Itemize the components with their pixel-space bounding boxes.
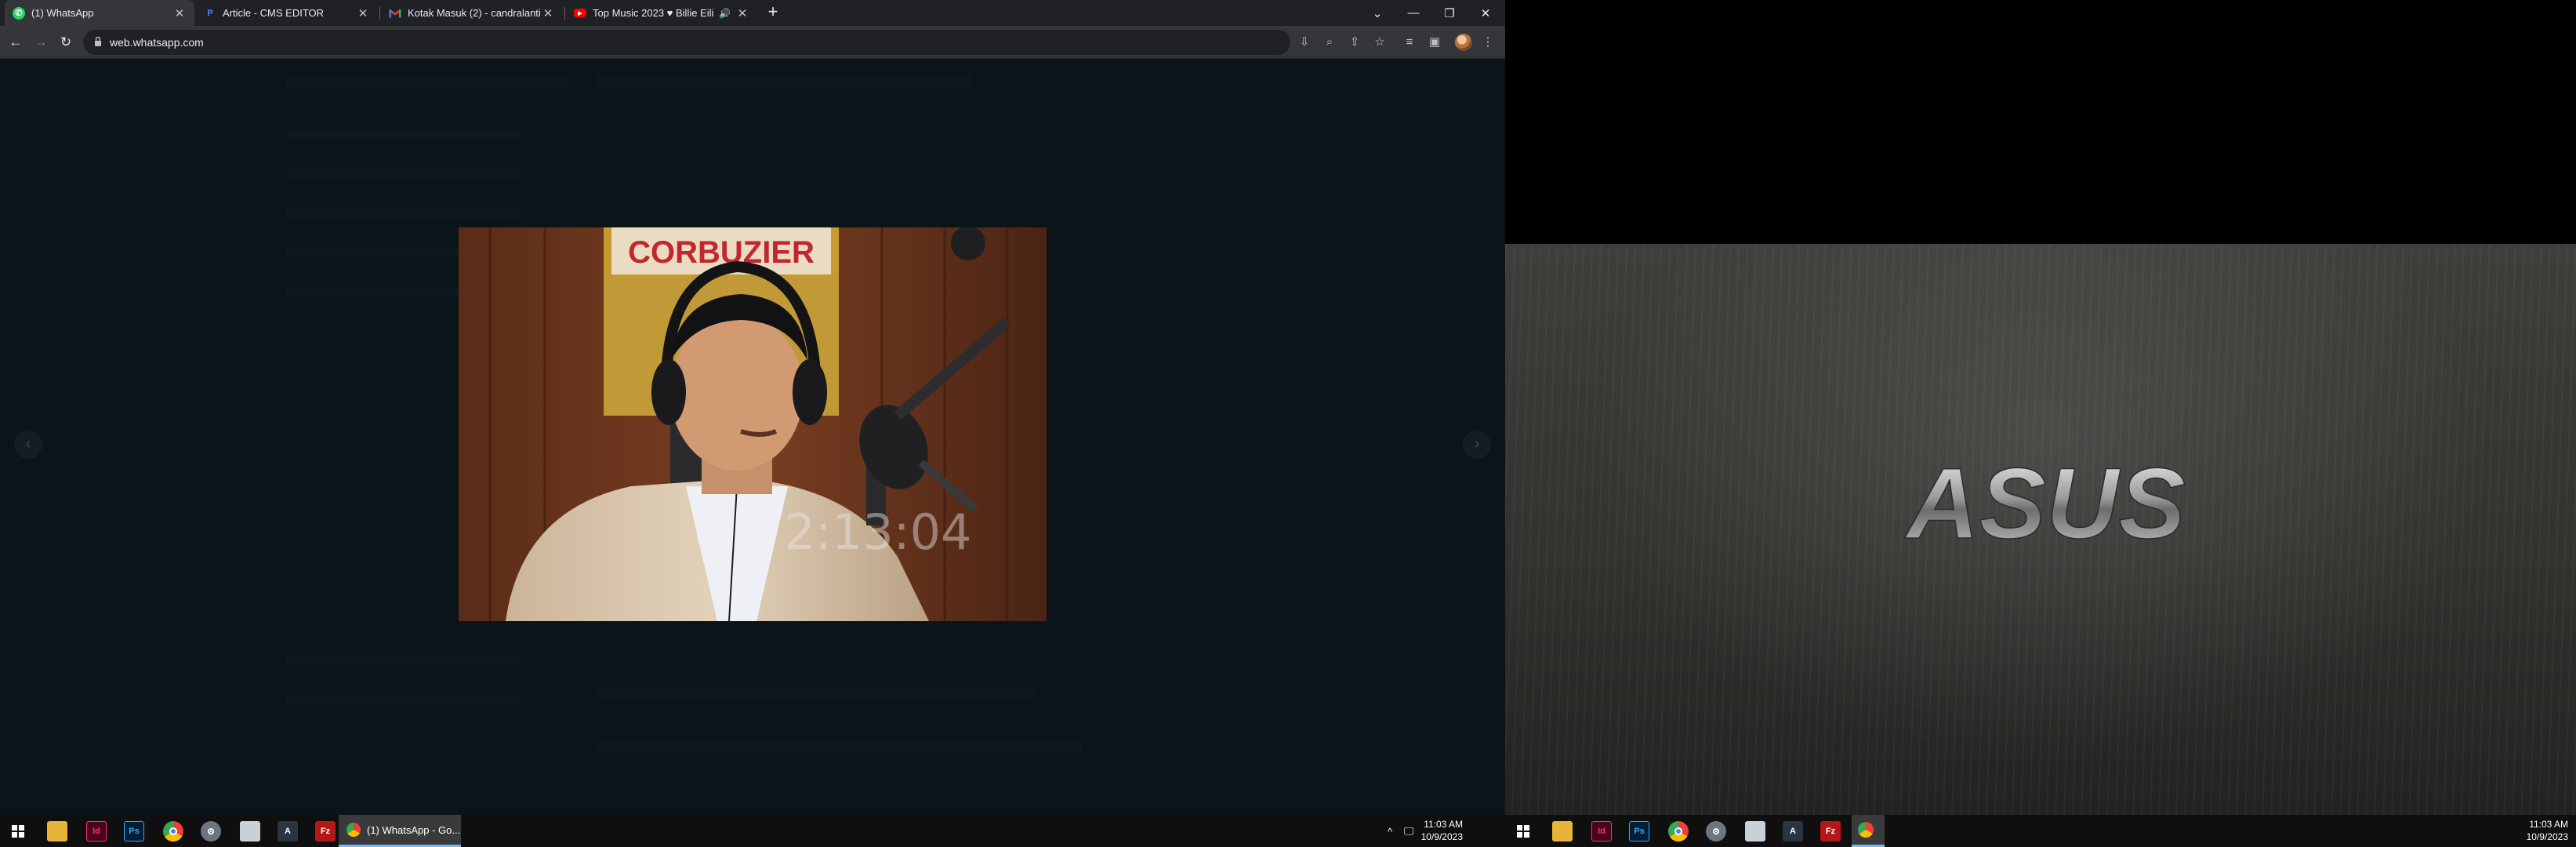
close-tab-icon[interactable]: ✕ <box>356 6 370 20</box>
acrobat-icon[interactable]: A <box>278 821 298 842</box>
media-photo: CORBUZIER 2:13:04 <box>459 227 1047 621</box>
browser-tab-bar: ✆ (1) WhatsApp ✕ P Article - CMS EDITOR … <box>0 0 1505 26</box>
photoshop-icon[interactable]: Ps <box>1629 821 1649 842</box>
tab-title: Kotak Masuk (2) - candralantiva <box>408 7 541 19</box>
tab-separator <box>379 7 380 20</box>
notepad-icon[interactable] <box>1745 821 1765 842</box>
install-app-icon[interactable]: ⇩ <box>1295 33 1314 52</box>
browser-toolbar: ← → ↻ web.whatsapp.com ⇩ ⌕ ⇪ ☆ ≡ ▣ ⋮ <box>0 26 1505 59</box>
p-icon: P <box>207 8 213 18</box>
previous-media-button[interactable]: ‹ <box>14 431 42 459</box>
clock-date: 10/9/2023 <box>1420 831 1463 842</box>
share-icon[interactable]: ⇪ <box>1345 33 1364 52</box>
forward-button[interactable]: → <box>31 33 50 52</box>
photoshop-icon[interactable]: Ps <box>124 821 144 842</box>
tab-cms-editor[interactable]: P Article - CMS EDITOR ✕ <box>196 0 378 26</box>
clock-time: 11:03 AM <box>2529 819 2568 830</box>
chrome-menu-icon[interactable]: ⋮ <box>1478 33 1497 52</box>
profile-avatar[interactable] <box>1455 34 1472 51</box>
system-clock[interactable]: 11:03 AM 10/9/2023 <box>2521 818 2568 843</box>
tab-separator <box>564 7 565 20</box>
indesign-icon[interactable]: Id <box>86 821 107 842</box>
chrome-icon[interactable] <box>163 821 183 842</box>
minimize-button[interactable]: — <box>1395 0 1431 26</box>
start-button[interactable] <box>8 821 28 842</box>
reload-button[interactable]: ↻ <box>56 33 75 52</box>
tab-title: Top Music 2023 ♥ Billie Eilis <box>593 7 715 19</box>
tab-whatsapp[interactable]: ✆ (1) WhatsApp ✕ <box>5 0 194 26</box>
running-app-chrome[interactable]: (1) WhatsApp - Go... <box>339 815 461 847</box>
running-app-label: (1) WhatsApp - Go... <box>367 823 461 836</box>
zoom-icon[interactable]: ⌕ <box>1320 33 1339 52</box>
chrome-icon[interactable] <box>1668 821 1689 842</box>
whatsapp-icon: ✆ <box>13 6 25 20</box>
taskbar-right: Id Ps ⚙ A Fz 11:03 AM 10/9/2023 <box>1505 815 2576 847</box>
back-button[interactable]: ← <box>6 33 25 52</box>
tab-title: Article - CMS EDITOR <box>223 7 325 19</box>
asus-logo-text: ASUS <box>1904 456 2186 550</box>
secondary-monitor: ASUS Id Ps ⚙ A Fz 11:03 AM 10/9/2023 <box>1505 0 2576 847</box>
show-hidden-icons-icon[interactable]: ^ <box>1380 821 1400 842</box>
podcast-photo: CORBUZIER 2:13:04 <box>459 227 1047 621</box>
tab-youtube[interactable]: ▶ Top Music 2023 ♥ Billie Eilis 🔊 ✕ <box>566 0 757 26</box>
video-timestamp-overlay: 2:13:04 <box>784 503 971 561</box>
restore-button[interactable]: ❐ <box>1431 0 1468 26</box>
acrobat-icon[interactable]: A <box>1783 821 1803 842</box>
desktop-wallpaper: ASUS <box>1505 244 2576 815</box>
tab-gmail[interactable]: Kotak Masuk (2) - candralantiva ✕ <box>381 0 563 26</box>
primary-monitor: ✆ (1) WhatsApp ✕ P Article - CMS EDITOR … <box>0 0 1505 847</box>
new-tab-button[interactable]: + <box>764 3 782 22</box>
chrome-icon <box>1858 822 1874 838</box>
settings-gear-icon[interactable]: ⚙ <box>201 821 221 842</box>
indesign-icon[interactable]: Id <box>1591 821 1612 842</box>
filezilla-icon[interactable]: Fz <box>315 821 336 842</box>
close-tab-icon[interactable]: ✕ <box>541 6 555 20</box>
asus-logo: ASUS <box>1903 456 2186 550</box>
settings-gear-icon[interactable]: ⚙ <box>1706 821 1726 842</box>
url-text: web.whatsapp.com <box>110 36 204 49</box>
address-bar[interactable]: web.whatsapp.com <box>83 30 1290 55</box>
file-explorer-icon[interactable] <box>1552 821 1573 842</box>
close-window-button[interactable]: ✕ <box>1468 0 1504 26</box>
chrome-icon <box>346 823 361 837</box>
side-panel-icon[interactable]: ▣ <box>1425 33 1444 52</box>
gmail-icon <box>389 7 401 20</box>
speaker-icon[interactable]: 🔊 <box>719 8 731 19</box>
file-explorer-icon[interactable] <box>47 821 67 842</box>
next-media-button[interactable]: › <box>1463 431 1491 459</box>
system-clock[interactable]: 11:03 AM 10/9/2023 <box>1416 818 1463 843</box>
close-tab-icon[interactable]: ✕ <box>735 6 749 20</box>
media-control-icon[interactable]: ≡ <box>1400 33 1419 52</box>
notepad-icon[interactable] <box>240 821 260 842</box>
tab-title: (1) WhatsApp <box>31 7 94 19</box>
start-button[interactable] <box>1513 821 1533 842</box>
tab-search-button[interactable]: ⌄ <box>1359 0 1395 26</box>
running-app-chrome[interactable] <box>1852 815 1885 847</box>
close-tab-icon[interactable]: ✕ <box>172 6 187 20</box>
clock-time: 11:03 AM <box>1424 819 1463 830</box>
bookmark-star-icon[interactable]: ☆ <box>1370 33 1389 52</box>
youtube-icon: ▶ <box>574 9 586 17</box>
filezilla-icon[interactable]: Fz <box>1820 821 1841 842</box>
clock-date: 10/9/2023 <box>2526 831 2568 842</box>
taskbar-left: Id Ps ⚙ A Fz (1) WhatsApp - Go... ^ 🖵 11… <box>0 815 1505 847</box>
whatsapp-media-viewer: ‹ › CORBUZIER 2:13:04 <box>0 60 1505 815</box>
lock-icon <box>95 36 101 46</box>
